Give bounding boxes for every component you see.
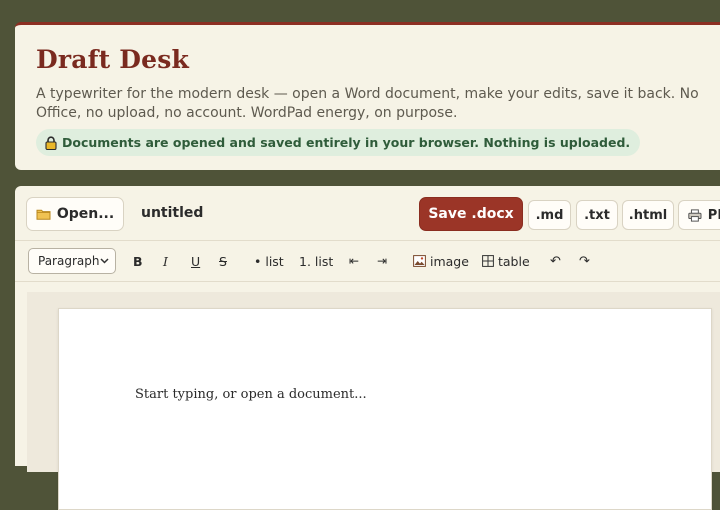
strikethrough-button[interactable]: S bbox=[219, 251, 227, 271]
insert-image-label: image bbox=[430, 253, 469, 269]
underline-button[interactable]: U bbox=[191, 251, 200, 271]
redo-button[interactable]: ↷ bbox=[579, 251, 590, 271]
bullet-list-button[interactable]: • list bbox=[254, 251, 284, 271]
document-name[interactable]: untitled bbox=[141, 205, 203, 221]
save-docx-button[interactable]: Save .docx bbox=[419, 197, 523, 231]
insert-table-label: table bbox=[498, 253, 530, 269]
open-button-label: Open... bbox=[56, 206, 115, 222]
app-title: Draft Desk bbox=[36, 45, 190, 74]
italic-button[interactable]: I bbox=[163, 251, 168, 271]
file-toolbar: Open... untitled Save .docx .md .txt .ht… bbox=[15, 186, 720, 241]
app-tagline: A typewriter for the modern desk — open … bbox=[36, 86, 699, 121]
export-txt-button[interactable]: .txt bbox=[576, 200, 618, 230]
privacy-notice-text: Documents are opened and saved entirely … bbox=[62, 135, 631, 150]
block-style-value: Paragraph bbox=[38, 254, 100, 268]
export-pdf-label: PDF bbox=[707, 207, 720, 223]
block-style-select[interactable]: Paragraph bbox=[28, 248, 116, 274]
insert-table-button[interactable]: table bbox=[482, 251, 530, 271]
format-toolbar: Paragraph B I U S • list 1. list ⇤ ⇥ ima… bbox=[15, 241, 720, 282]
indent-button[interactable]: ⇥ bbox=[377, 251, 387, 271]
document-canvas: Start typing, or open a document... bbox=[27, 292, 720, 510]
table-icon bbox=[482, 255, 494, 267]
image-icon bbox=[413, 255, 426, 267]
outdent-button[interactable]: ⇤ bbox=[349, 251, 359, 271]
undo-button[interactable]: ↶ bbox=[550, 251, 561, 271]
bold-button[interactable]: B bbox=[133, 251, 143, 271]
privacy-notice: Documents are opened and saved entirely … bbox=[36, 129, 641, 156]
folder-icon bbox=[36, 209, 51, 220]
app-header: Draft Desk A typewriter for the modern d… bbox=[15, 22, 720, 170]
open-button[interactable]: Open... bbox=[26, 197, 124, 231]
export-html-button[interactable]: .html bbox=[622, 200, 674, 230]
chevron-down-icon bbox=[100, 258, 109, 264]
lock-icon bbox=[45, 135, 57, 150]
numbered-list-button[interactable]: 1. list bbox=[299, 251, 333, 271]
editor-panel: Open... untitled Save .docx .md .txt .ht… bbox=[15, 186, 720, 510]
export-pdf-button[interactable]: PDF bbox=[678, 200, 720, 230]
insert-image-button[interactable]: image bbox=[413, 251, 469, 271]
export-md-button[interactable]: .md bbox=[528, 200, 571, 230]
document-page[interactable]: Start typing, or open a document... bbox=[58, 308, 712, 510]
document-placeholder: Start typing, or open a document... bbox=[135, 387, 367, 402]
printer-icon bbox=[688, 208, 702, 222]
